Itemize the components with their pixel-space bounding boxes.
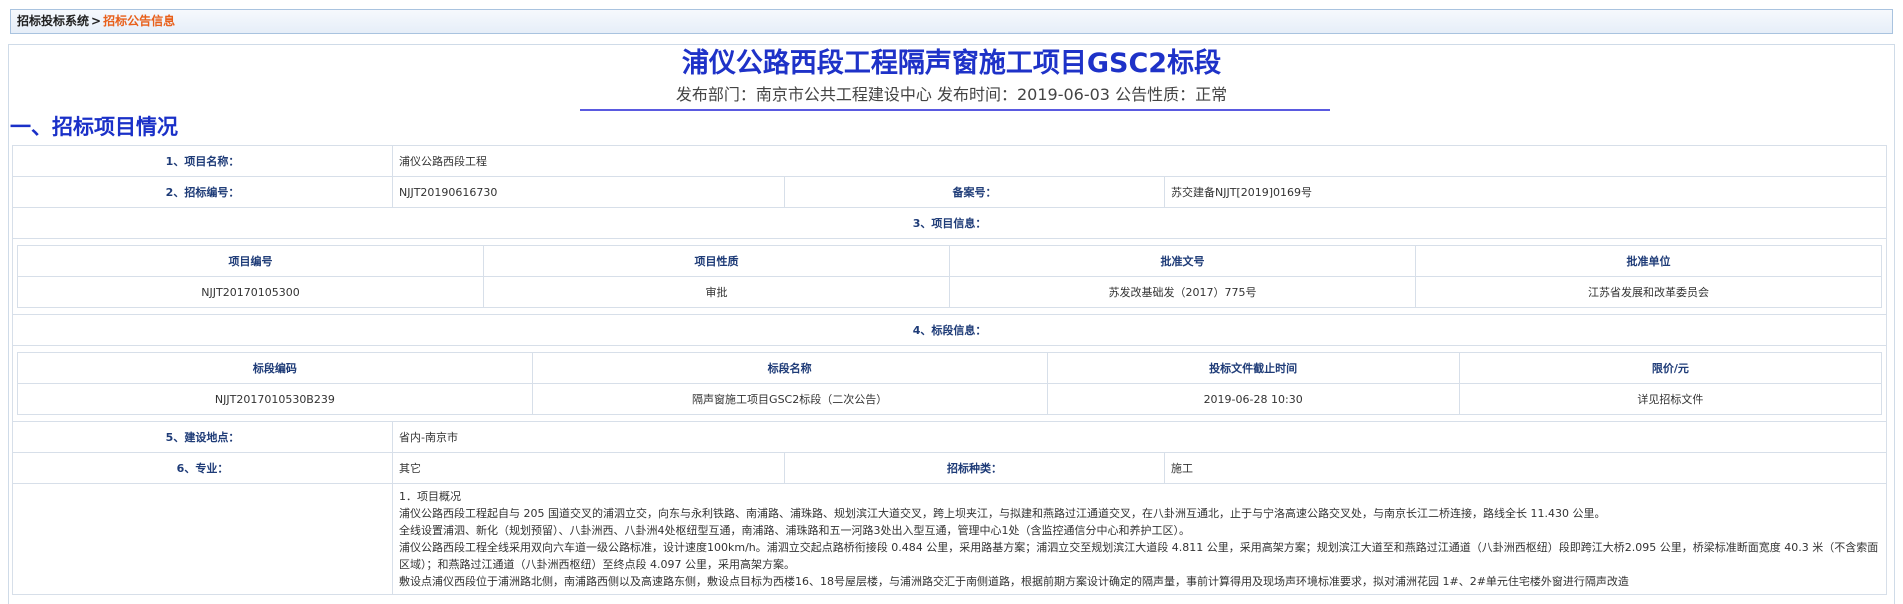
table-row: 项目编号 项目性质 批准文号 批准单位 (17, 245, 1883, 277)
column-header: 限价/元 (1458, 352, 1883, 384)
table-row: 2、招标编号： NJJT20190616730 备案号： 苏交建备NJJT[20… (12, 176, 1888, 208)
bid-type-label: 招标种类： (784, 452, 1165, 484)
overview-heading: 1．项目概况 (399, 490, 461, 503)
project-overview: 1．项目概况 浦仪公路西段工程起自与 205 国道交叉的浦泗立交，向东与永利铁路… (391, 483, 1888, 595)
table-cell: NJJT20170105300 (17, 276, 484, 308)
overview-spacer (12, 483, 393, 595)
overview-paragraph: 浦仪公路西段工程起自与 205 国道交叉的浦泗立交，向东与永利铁路、南浦路、浦珠… (399, 507, 1606, 520)
table-row: 1．项目概况 浦仪公路西段工程起自与 205 国道交叉的浦泗立交，向东与永利铁路… (12, 483, 1888, 595)
record-no-label: 备案号： (784, 176, 1165, 208)
overview-paragraph: 全线设置浦泗、新化（规划预留）、八卦洲西、八卦洲4处枢纽型互通，南浦路、浦珠路和… (399, 524, 1190, 537)
bid-no-value: NJJT20190616730 (392, 176, 785, 208)
location-value: 省内-南京市 (391, 421, 1888, 453)
table-row: 标段编码 标段名称 投标文件截止时间 限价/元 NJJT2017010530B2… (11, 345, 1888, 422)
project-name-label: 1、项目名称： (12, 145, 393, 177)
breadcrumb: 招标投标系统 > 招标公告信息 (10, 9, 1893, 34)
table-row: NJJT20170105300 审批 苏发改基础发（2017）775号 江苏省发… (17, 276, 1883, 308)
table-cell: 2019-06-28 10:30 (1046, 383, 1460, 415)
table-cell: 详见招标文件 (1458, 383, 1883, 415)
column-header: 项目性质 (483, 245, 950, 277)
section-title: 一、招标项目情况 (10, 115, 178, 139)
breadcrumb-separator: > (91, 14, 102, 28)
record-no-value: 苏交建备NJJT[2019]0169号 (1163, 176, 1888, 208)
publish-meta: 发布部门：南京市公共工程建设中心 发布时间：2019-06-03 公告性质：正常 (675, 85, 1228, 104)
project-info-subtable-cell: 项目编号 项目性质 批准文号 批准单位 NJJT20170105300 审批 苏… (11, 238, 1888, 315)
column-header: 批准单位 (1414, 245, 1883, 277)
table-row: 5、建设地点： 省内-南京市 (12, 421, 1888, 453)
title-divider (580, 109, 1330, 111)
table-cell: 苏发改基础发（2017）775号 (949, 276, 1416, 308)
section-info-subtable: 标段编码 标段名称 投标文件截止时间 限价/元 NJJT2017010530B2… (17, 352, 1883, 415)
overview-paragraph: 浦仪公路西段工程全线采用双向六车道一级公路标准，设计速度100km/h。浦泗立交… (399, 541, 1879, 571)
project-info-subtable: 项目编号 项目性质 批准文号 批准单位 NJJT20170105300 审批 苏… (17, 245, 1883, 308)
table-cell: 审批 (483, 276, 950, 308)
table-row: 1、项目名称： 浦仪公路西段工程 (12, 145, 1888, 177)
major-value: 其它 (392, 452, 785, 484)
table-row: 6、专业： 其它 招标种类： 施工 (12, 452, 1888, 484)
table-row: 项目编号 项目性质 批准文号 批准单位 NJJT20170105300 审批 苏… (11, 238, 1888, 315)
major-label: 6、专业： (12, 452, 393, 484)
column-header: 批准文号 (949, 245, 1416, 277)
section-info-subtable-cell: 标段编码 标段名称 投标文件截止时间 限价/元 NJJT2017010530B2… (11, 345, 1888, 422)
page-title: 浦仪公路西段工程隔声窗施工项目GSC2标段 (681, 48, 1222, 79)
project-info-table: 1、项目名称： 浦仪公路西段工程 2、招标编号： NJJT20190616730… (11, 145, 1888, 595)
table-cell: 江苏省发展和改革委员会 (1414, 276, 1883, 308)
bid-no-label: 2、招标编号： (12, 176, 393, 208)
column-header: 项目编号 (17, 245, 484, 277)
column-header: 标段编码 (17, 352, 533, 384)
table-cell: 隔声窗施工项目GSC2标段（二次公告） (531, 383, 1048, 415)
table-row: 3、项目信息： (11, 207, 1888, 239)
bid-type-value: 施工 (1163, 452, 1888, 484)
overview-paragraph: 敷设点浦仪西段位于浦洲路北侧，南浦路西侧以及高速路东侧，敷设点目标为西楼16、1… (399, 575, 1629, 588)
section-info-label: 4、标段信息： (11, 314, 1888, 346)
table-cell: NJJT2017010530B239 (17, 383, 533, 415)
breadcrumb-current: 招标公告信息 (103, 14, 176, 28)
breadcrumb-root[interactable]: 招标投标系统 (17, 14, 89, 28)
column-header: 投标文件截止时间 (1046, 352, 1460, 384)
project-name-value: 浦仪公路西段工程 (391, 145, 1888, 177)
location-label: 5、建设地点： (12, 421, 393, 453)
table-row: 标段编码 标段名称 投标文件截止时间 限价/元 (17, 352, 1883, 384)
table-row: NJJT2017010530B239 隔声窗施工项目GSC2标段（二次公告） 2… (17, 383, 1883, 415)
table-row: 4、标段信息： (11, 314, 1888, 346)
project-info-label: 3、项目信息： (11, 207, 1888, 239)
column-header: 标段名称 (531, 352, 1048, 384)
